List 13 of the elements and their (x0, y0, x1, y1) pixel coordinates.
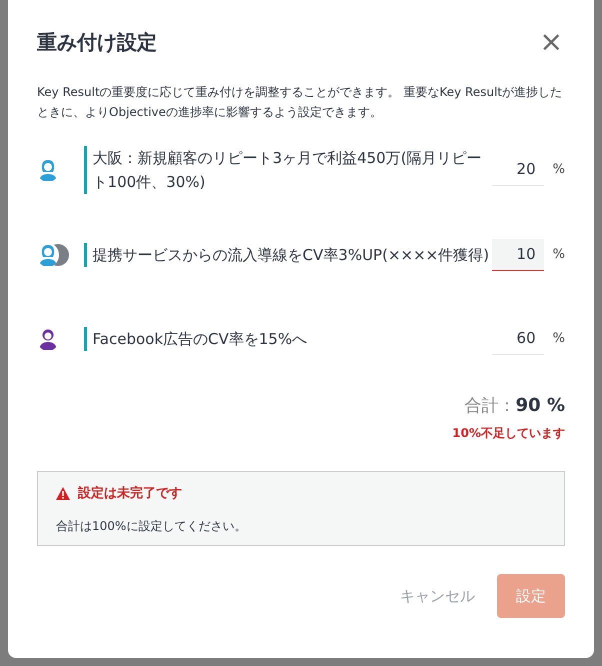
weight-field[interactable]: 10 (492, 239, 544, 271)
shortfall-warning: 10%不足しています (451, 424, 565, 442)
alert-title: 設定は未完了です (78, 484, 182, 502)
close-button[interactable]: × (538, 28, 565, 56)
percent-unit: % (552, 161, 565, 180)
total-value: 90 % (516, 395, 565, 416)
warning-icon (56, 486, 70, 500)
percent-unit: % (552, 330, 565, 348)
alert-message: 合計は100%に設定してください。 (56, 518, 248, 535)
total-label: 合計： (464, 396, 516, 416)
dialog-title: 重み付け設定 (37, 30, 157, 54)
description-text: Key Resultの重要度に応じて重み付けを調整することができます。 重要なKey Resultが進捗したときに、よりObjectiveの進捗率に影響するよう設定できます。 (37, 84, 564, 121)
percent-unit: % (552, 246, 565, 264)
